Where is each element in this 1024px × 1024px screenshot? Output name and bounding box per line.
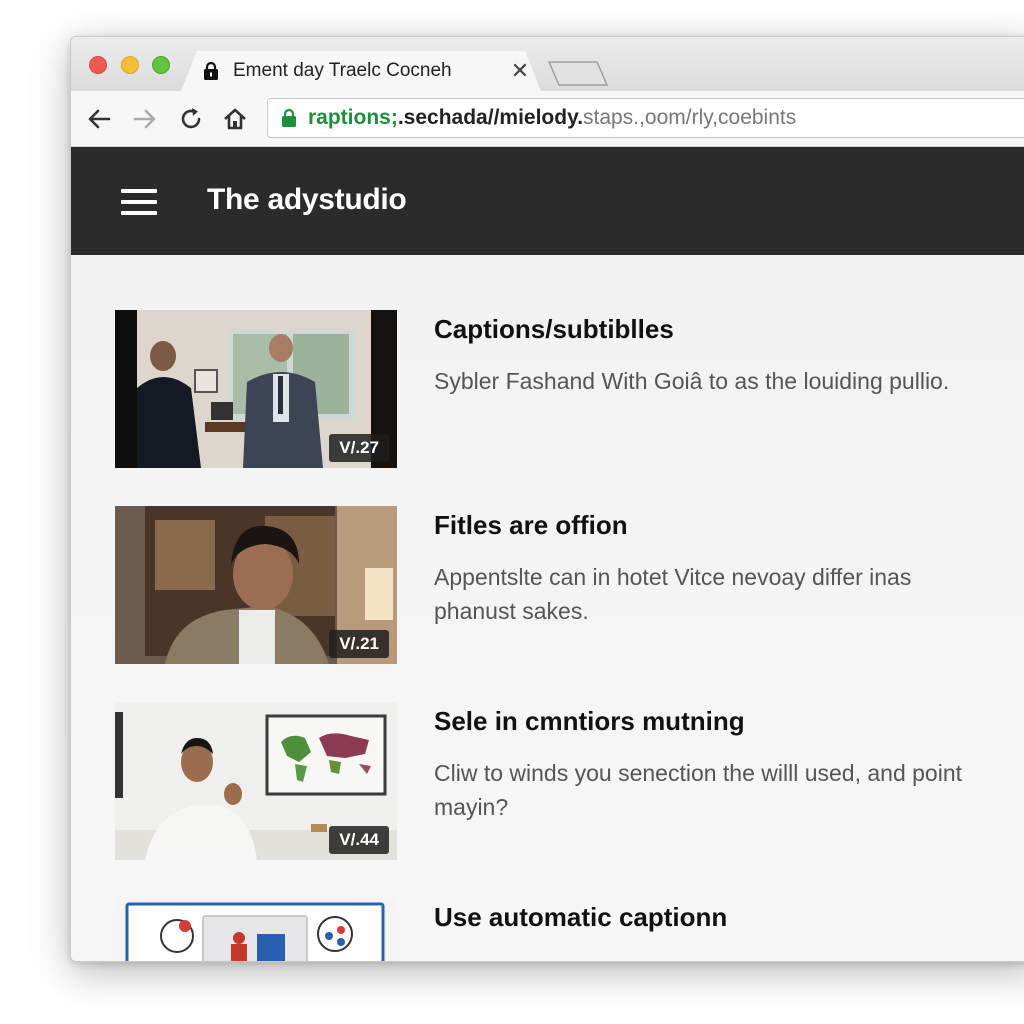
duration-badge: V/.21 (329, 630, 389, 658)
browser-toolbar: raptions; .sechada//mielody. staps.,oom/… (71, 91, 1024, 147)
video-thumbnail[interactable] (115, 898, 397, 961)
tab-title: Ement day Traelc Cocneh (233, 60, 452, 81)
window-close-button[interactable] (89, 56, 107, 74)
forward-arrow-icon[interactable] (131, 105, 159, 133)
site-title[interactable]: The adystudio (207, 183, 407, 217)
browser-window: Ement day Traelc Cocneh ✕ raptions; .sec… (70, 36, 1024, 962)
video-title[interactable]: Sele in cmntiors mutning (434, 706, 745, 737)
tab-close-icon[interactable]: ✕ (509, 58, 531, 84)
video-title[interactable]: Captions/subtiblles (434, 314, 674, 345)
address-bar[interactable]: raptions; .sechada//mielody. staps.,oom/… (267, 98, 1024, 138)
video-list: V/.27 Captions/subtiblles Sybler Fashand… (71, 255, 1024, 961)
caption-ui-illustration (115, 898, 397, 961)
browser-tab-content[interactable]: Ement day Traelc Cocneh ✕ (201, 51, 531, 91)
new-tab-button[interactable] (547, 59, 609, 87)
video-description: Sybler Fashand With Goiâ to as the louid… (434, 368, 950, 394)
back-arrow-icon[interactable] (85, 105, 113, 133)
video-description: Appentslte can in hotet Vitce nevoay dif… (434, 564, 912, 624)
tab-strip: Ement day Traelc Cocneh ✕ (71, 37, 1024, 91)
duration-badge: V/.27 (329, 434, 389, 462)
window-maximize-button[interactable] (152, 56, 170, 74)
list-item[interactable]: Use automatic captionn (115, 898, 1015, 961)
duration-badge: V/.44 (329, 826, 389, 854)
video-thumbnail[interactable]: V/.27 (115, 310, 397, 468)
url-scheme: raptions; (308, 106, 398, 129)
url-path: staps.,oom/rly,coebints (583, 106, 797, 129)
list-item[interactable]: V/.27 Captions/subtiblles Sybler Fashand… (115, 310, 1015, 470)
url-host: .sechada//mielody. (397, 106, 584, 129)
lock-icon (204, 61, 218, 80)
video-title[interactable]: Fitles are offion (434, 510, 628, 541)
reload-icon[interactable] (177, 105, 205, 133)
video-thumbnail[interactable]: V/.21 (115, 506, 397, 664)
list-item[interactable]: V/.44 Sele in cmntiors mutning Cliw to w… (115, 702, 1015, 862)
list-item[interactable]: V/.21 Fitles are offion Appentslte can i… (115, 506, 1015, 666)
hamburger-menu-icon[interactable] (121, 189, 157, 215)
home-icon[interactable] (221, 105, 249, 133)
video-thumbnail[interactable]: V/.44 (115, 702, 397, 860)
video-description: Cliw to winds you senection the willl us… (434, 760, 963, 820)
site-header: The adystudio (71, 147, 1024, 255)
window-minimize-button[interactable] (121, 56, 139, 74)
video-title[interactable]: Use automatic captionn (434, 902, 727, 933)
secure-lock-icon (282, 108, 296, 127)
